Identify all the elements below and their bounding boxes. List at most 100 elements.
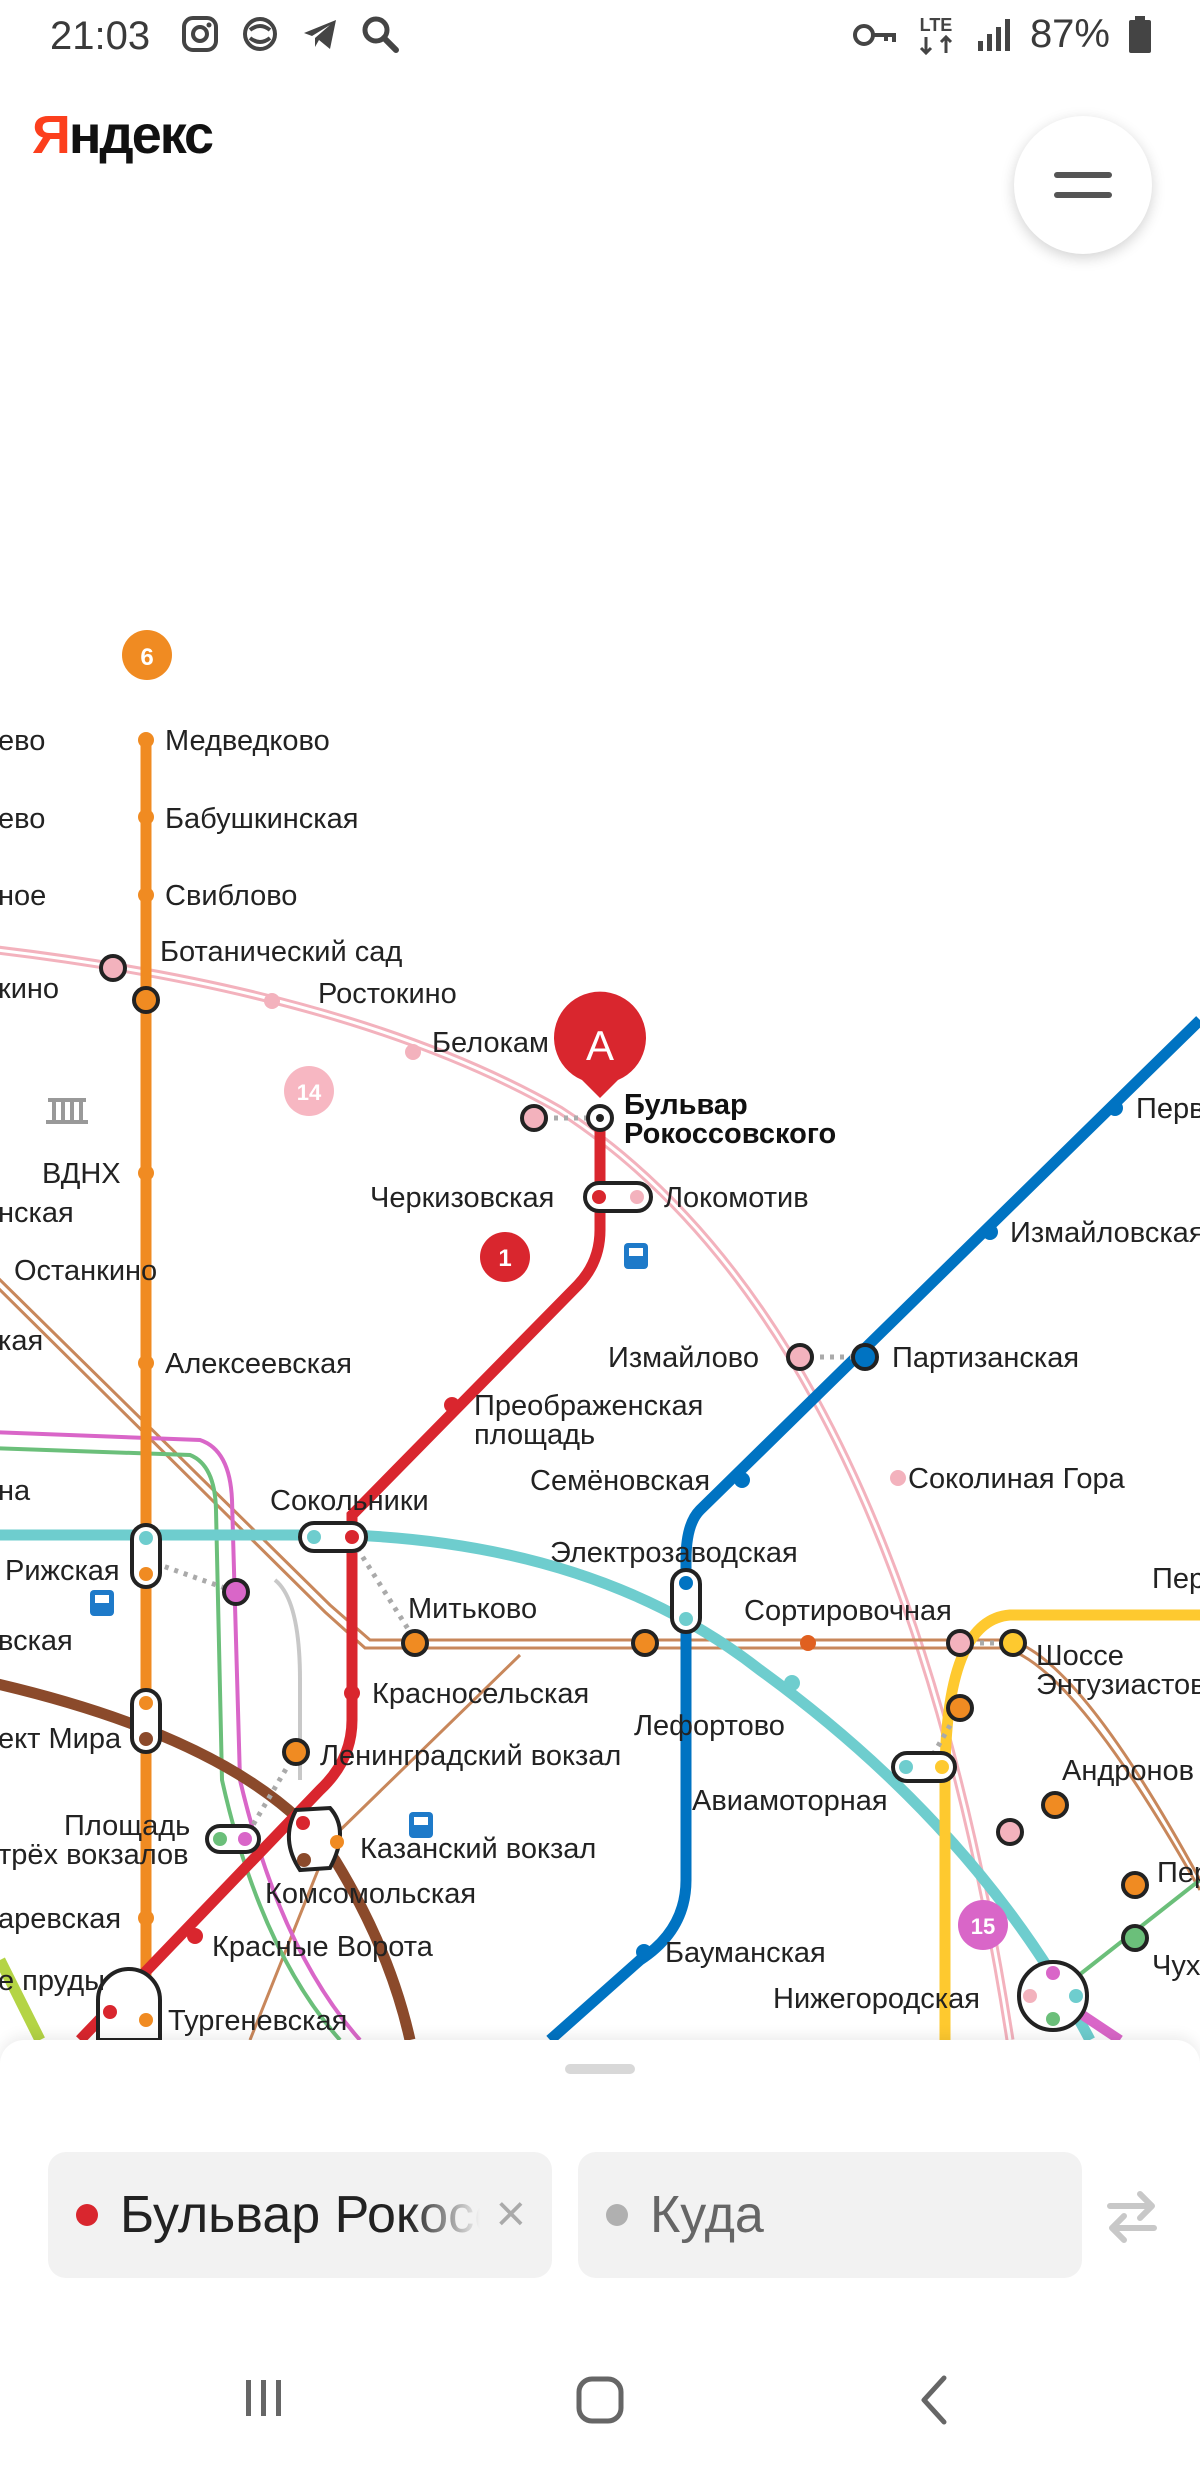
station-dot[interactable] [138, 1165, 154, 1181]
station-label[interactable]: Митьково [408, 1593, 537, 1625]
station-label[interactable]: Пер [1152, 1563, 1200, 1595]
to-station-field[interactable]: Куда [578, 2152, 1082, 2278]
station-label[interactable]: Сортировочная [744, 1595, 952, 1627]
transfer-station[interactable] [999, 1629, 1027, 1657]
station-label[interactable]: Энтузиастов [1036, 1669, 1200, 1701]
recent-apps-icon[interactable] [240, 2374, 288, 2422]
swap-icon[interactable] [1104, 2186, 1160, 2246]
station-label[interactable]: ево [0, 803, 45, 835]
station-label[interactable]: Ботанический сад [160, 936, 402, 968]
route-start-marker[interactable]: A [554, 991, 646, 1098]
station-dot[interactable] [138, 1355, 154, 1371]
station-label[interactable]: вская [0, 1625, 73, 1657]
station-label[interactable]: ект Мира [0, 1723, 122, 1755]
station-label-selected[interactable]: Рокоссовского [624, 1118, 836, 1150]
back-icon[interactable] [914, 2374, 954, 2426]
station-label[interactable]: Алексеевская [165, 1348, 352, 1380]
station-label[interactable]: площадь [474, 1419, 595, 1451]
transfer-station[interactable] [946, 1694, 974, 1722]
station-dot[interactable] [344, 1685, 360, 1701]
station-label[interactable]: Андронов [1062, 1755, 1194, 1787]
station-label[interactable]: Казанский вокзал [360, 1833, 596, 1865]
station-label[interactable]: Шоссе [1036, 1640, 1124, 1672]
transfer-station[interactable] [996, 1818, 1024, 1846]
transfer-station[interactable] [132, 986, 160, 1014]
transfer-station[interactable] [851, 1343, 879, 1371]
station-dot[interactable] [138, 1910, 154, 1926]
panel-grabber[interactable] [565, 2064, 635, 2074]
station-dot[interactable] [734, 1472, 750, 1488]
station-label[interactable]: Измайлово [608, 1342, 759, 1374]
station-dot[interactable] [138, 732, 154, 748]
station-label[interactable]: на [0, 1475, 31, 1507]
station-label[interactable]: аревская [0, 1903, 121, 1935]
transfer-station[interactable] [1121, 1924, 1149, 1952]
station-dot[interactable] [800, 1635, 816, 1651]
station-label[interactable]: Преображенская [474, 1390, 703, 1422]
station-label[interactable]: Бауманская [665, 1937, 826, 1969]
station-dot[interactable] [1107, 1100, 1123, 1116]
station-label[interactable]: Перв [1136, 1093, 1200, 1125]
station-label[interactable]: Площадь [64, 1810, 190, 1842]
station-dot[interactable] [784, 1675, 800, 1691]
station-label[interactable]: трёх вокзалов [0, 1839, 189, 1871]
station-label[interactable]: Комсомольская [265, 1878, 476, 1910]
from-station-field[interactable]: Бульвар Рокоссовского × [48, 2152, 552, 2278]
station-dot[interactable] [444, 1397, 460, 1413]
station-label[interactable]: ное [0, 880, 46, 912]
clear-icon[interactable]: × [496, 2188, 526, 2240]
transfer-station[interactable] [631, 1629, 659, 1657]
station-label[interactable]: Партизанская [892, 1342, 1079, 1374]
station-label[interactable]: Белокам [432, 1027, 549, 1059]
station-label-selected[interactable]: Бульвар [624, 1089, 748, 1121]
station-label[interactable]: Медведково [165, 725, 330, 757]
station-label[interactable]: Бабушкинская [165, 803, 358, 835]
station-label[interactable]: Тургеневская [168, 2005, 347, 2037]
station-label[interactable]: Ленинградский вокзал [320, 1740, 621, 1772]
station-dot[interactable] [890, 1470, 906, 1486]
station-label[interactable]: Соколиная Гора [908, 1463, 1126, 1495]
station-label[interactable]: Свиблово [165, 880, 297, 912]
station-label[interactable]: Останкино [14, 1255, 157, 1287]
home-icon[interactable] [574, 2374, 626, 2426]
station-label[interactable]: Ростокино [318, 978, 457, 1010]
metro-map[interactable]: 6 14 1 15 A ево Медведково ево Бабушкинс… [0, 0, 1200, 2040]
station-label[interactable]: Нижегородская [773, 1983, 980, 2015]
transfer-station[interactable] [1041, 1791, 1069, 1819]
station-dot[interactable] [138, 809, 154, 825]
station-label[interactable]: Лефортово [634, 1710, 785, 1742]
station-label[interactable]: Авиамоторная [692, 1785, 888, 1817]
transfer-station[interactable] [401, 1629, 429, 1657]
transfer-station[interactable] [786, 1343, 814, 1371]
station-label[interactable]: Черкизовская [370, 1182, 554, 1214]
station-dot[interactable] [636, 1944, 652, 1960]
transfer-station[interactable] [222, 1578, 250, 1606]
transfer-station[interactable] [96, 1967, 162, 2040]
station-label[interactable]: ВДНХ [42, 1158, 121, 1190]
line-badge-14[interactable]: 14 [284, 1066, 334, 1116]
station-label[interactable]: Электрозаводская [550, 1537, 798, 1569]
station-label[interactable]: Красные Ворота [212, 1931, 434, 1963]
transfer-station[interactable] [946, 1629, 974, 1657]
station-dot[interactable] [982, 1224, 998, 1240]
station-label[interactable]: Чух [1152, 1950, 1200, 1982]
station-label[interactable]: Измайловская [1010, 1217, 1200, 1249]
transfer-station[interactable] [1121, 1871, 1149, 1899]
station-label[interactable]: ево [0, 725, 45, 757]
line-badge-6[interactable]: 6 [122, 630, 172, 680]
station-label[interactable]: нская [0, 1197, 74, 1229]
station-label[interactable]: е пруды [0, 1965, 105, 1997]
transfer-station[interactable] [282, 1738, 310, 1766]
station-dot[interactable] [138, 887, 154, 903]
station-label[interactable]: Семёновская [530, 1465, 710, 1497]
station-label[interactable]: Пер [1157, 1857, 1200, 1889]
station-label[interactable]: Локомотив [664, 1182, 809, 1214]
station-dot[interactable] [187, 1928, 203, 1944]
line-badge-15[interactable]: 15 [958, 1900, 1008, 1950]
station-label[interactable]: кая [0, 1325, 43, 1357]
line-badge-1[interactable]: 1 [480, 1232, 530, 1282]
station-label[interactable]: Сокольники [270, 1485, 429, 1517]
station-label[interactable]: кино [0, 973, 59, 1005]
transfer-station[interactable] [520, 1104, 548, 1132]
transfer-station[interactable] [99, 954, 127, 982]
